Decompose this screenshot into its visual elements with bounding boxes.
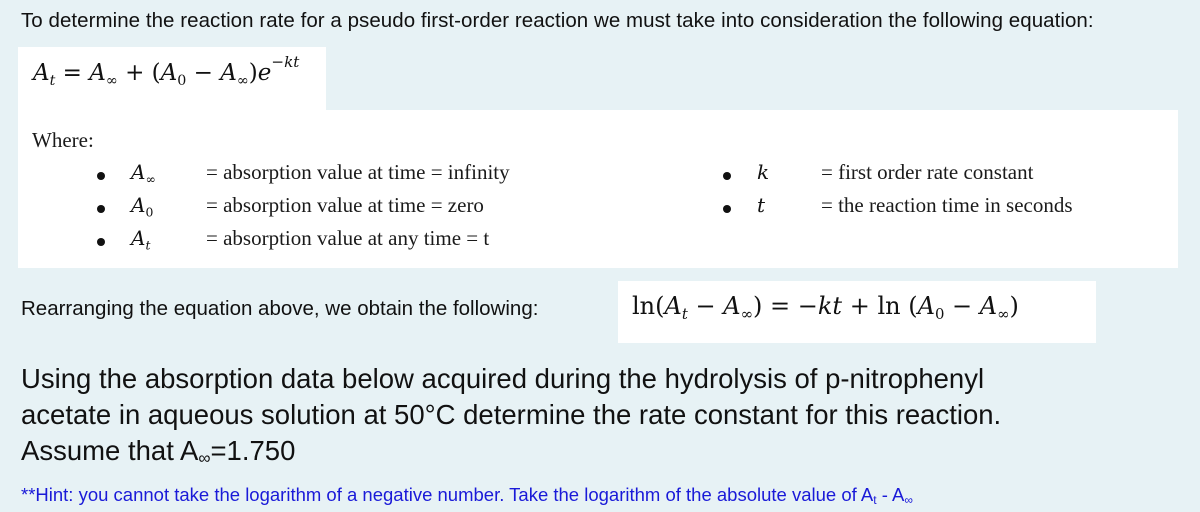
bullet-icon bbox=[723, 205, 731, 213]
hint-text: **Hint: you cannot take the logarithm of… bbox=[21, 484, 913, 507]
definition-text: = absorption value at time = zero bbox=[206, 193, 484, 217]
definition-text: = the reaction time in seconds bbox=[821, 193, 1073, 217]
where-label: Where: bbox=[32, 128, 94, 152]
definition-item: A0 = absorption value at time = zero bbox=[97, 193, 617, 223]
bullet-icon bbox=[723, 172, 731, 180]
definition-text: = first order rate constant bbox=[821, 160, 1034, 184]
definition-item: A∞ = absorption value at time = infinity bbox=[97, 160, 617, 190]
question-line: Using the absorption data below acquired… bbox=[21, 363, 985, 394]
rate-equation: At = A∞ + (A0 − A∞)e−kt bbox=[33, 53, 300, 89]
definition-item: t = the reaction time in seconds bbox=[723, 193, 1163, 223]
rearrange-text: Rearranging the equation above, we obtai… bbox=[21, 297, 539, 320]
bullet-icon bbox=[97, 238, 105, 246]
question-text: Using the absorption data below acquired… bbox=[21, 361, 1181, 469]
definition-symbol: A0 bbox=[131, 193, 154, 220]
bullet-icon bbox=[97, 172, 105, 180]
definition-symbol: k bbox=[757, 160, 770, 184]
definition-item: At = absorption value at any time = t bbox=[97, 226, 617, 256]
definition-symbol: t bbox=[757, 193, 766, 217]
definition-symbol: A∞ bbox=[131, 160, 156, 187]
bullet-icon bbox=[97, 205, 105, 213]
question-line: Assume that A∞=1.750 bbox=[21, 435, 296, 468]
linearized-equation: ln(At − A∞) = −kt + ln (A0 − A∞) bbox=[632, 292, 1019, 324]
definition-item: k = first order rate constant bbox=[723, 160, 1163, 190]
definition-text: = absorption value at any time = t bbox=[206, 226, 490, 250]
definition-text: = absorption value at time = infinity bbox=[206, 160, 510, 184]
question-line: acetate in aqueous solution at 50°C dete… bbox=[21, 399, 1002, 430]
intro-text: To determine the reaction rate for a pse… bbox=[21, 9, 1094, 32]
definition-symbol: At bbox=[131, 226, 151, 253]
